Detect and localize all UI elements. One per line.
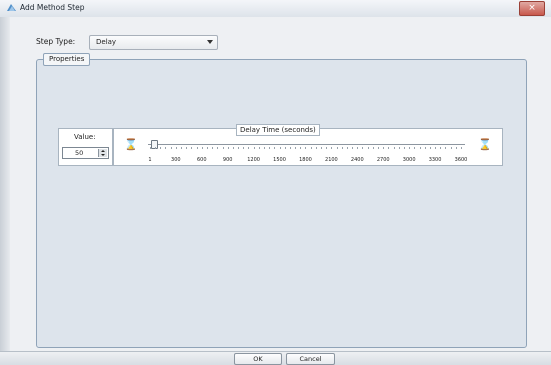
slider-tick-mark: [455, 147, 457, 149]
slider-tick-mark: [269, 147, 271, 149]
slider-tick-mark: [357, 147, 359, 149]
slider-tick-mark: [409, 147, 411, 149]
slider-tick-mark: [295, 147, 297, 149]
step-type-value: Delay: [96, 38, 117, 46]
slider-tick-label: 300: [171, 157, 181, 163]
slider-tick-mark: [419, 147, 421, 149]
slider-tick-mark: [450, 147, 452, 149]
slider-tick-mark: [461, 147, 462, 149]
slider-tick-mark: [429, 147, 431, 149]
slider-tick-mark: [414, 147, 416, 149]
slider-tick-mark: [243, 147, 245, 149]
slider-tick-mark: [284, 147, 286, 149]
slider-tick-mark: [155, 147, 157, 149]
slider-tick-mark: [445, 147, 447, 149]
dialog-window: Add Method Step × Step Type: Delay Prope…: [0, 0, 551, 365]
slider-tick-mark: [372, 147, 374, 149]
slider-tick-mark: [346, 147, 348, 149]
slider-tick-label: 1: [148, 157, 152, 163]
slider-tick-mark: [367, 147, 369, 149]
ok-button[interactable]: OK: [234, 353, 282, 365]
properties-panel: [36, 59, 527, 348]
slider-tick-mark: [248, 147, 250, 149]
hourglass-icon: ⌛: [478, 138, 492, 151]
slider-tick-mark: [279, 147, 281, 149]
slider-title: Delay Time (seconds): [236, 124, 320, 136]
value-spinner-text[interactable]: 50: [75, 149, 83, 157]
slider-tick-mark: [227, 147, 229, 149]
slider-tick-label: 2400: [350, 157, 364, 163]
slider-tick-mark: [398, 147, 400, 149]
slider-tick-mark: [150, 147, 151, 149]
slider-tick-mark: [181, 147, 183, 149]
value-spinner[interactable]: 50: [62, 147, 109, 159]
slider-tick-mark: [263, 147, 265, 149]
slider-tick-label: 2100: [325, 157, 338, 163]
window-left-edge: [0, 17, 10, 354]
spinner-buttons[interactable]: [98, 149, 107, 157]
slider-tick-mark: [331, 147, 333, 149]
slider-tick-mark: [253, 147, 255, 149]
chevron-down-icon: [207, 40, 213, 44]
slider-tick-mark: [222, 147, 224, 149]
app-icon: [7, 4, 16, 11]
slider-tick-mark: [196, 147, 198, 149]
value-label: Value:: [74, 133, 96, 141]
slider-tick-label: 1200: [247, 157, 260, 163]
cancel-button[interactable]: Cancel: [286, 353, 335, 365]
slider-tick-mark: [165, 147, 167, 149]
properties-legend: Properties: [43, 53, 91, 66]
close-button[interactable]: ×: [519, 1, 545, 16]
slider-tick-mark: [206, 147, 208, 149]
slider-tick-mark: [186, 147, 188, 149]
slider-tick-mark: [170, 147, 172, 149]
slider-tick-mark: [201, 147, 203, 149]
slider-tick-mark: [238, 147, 240, 149]
slider-tick-label: 3300: [428, 157, 442, 163]
slider-tick-mark: [403, 147, 405, 149]
slider-track[interactable]: [148, 144, 465, 145]
slider-tick-mark: [378, 147, 380, 149]
slider-tick-mark: [232, 147, 234, 149]
step-type-label: Step Type:: [36, 37, 76, 46]
slider-tick-mark: [212, 147, 214, 149]
spinner-up-icon[interactable]: [101, 150, 105, 152]
slider-tick-mark: [305, 147, 307, 149]
slider-tick-label: 3000: [402, 157, 416, 163]
slider-tick-mark: [300, 147, 302, 149]
hourglass-icon: ⌛: [124, 138, 138, 151]
slider-tick-mark: [352, 147, 354, 149]
slider-tick-mark: [435, 147, 437, 149]
slider-tick-label: 3600: [454, 157, 468, 163]
slider-tick-mark: [336, 147, 338, 149]
slider-tick-mark: [388, 147, 390, 149]
slider-tick-mark: [191, 147, 193, 149]
slider-tick-mark: [424, 147, 426, 149]
slider-tick-mark: [289, 147, 291, 149]
slider-tick-label: 900: [222, 157, 233, 163]
slider-tick-mark: [310, 147, 312, 149]
spinner-down-icon[interactable]: [101, 154, 105, 156]
title-bar[interactable]: Add Method Step ×: [0, 0, 551, 18]
slider-tick-mark: [315, 147, 317, 149]
slider-tick-label: 1800: [299, 157, 312, 163]
slider-tick-mark: [383, 147, 385, 149]
slider-tick-label: 2700: [376, 157, 390, 163]
window-title: Add Method Step: [20, 3, 85, 12]
step-type-select[interactable]: Delay: [89, 35, 218, 50]
slider-tick-mark: [362, 147, 364, 149]
slider-tick-mark: [274, 147, 276, 149]
slider-tick-mark: [393, 147, 395, 149]
slider-tick-mark: [440, 147, 442, 149]
slider-tick-mark: [175, 147, 177, 149]
slider-tick-mark: [341, 147, 343, 149]
slider-tick-mark: [326, 147, 328, 149]
slider-tick-label: 600: [196, 157, 207, 163]
slider-tick-mark: [160, 147, 162, 149]
slider-tick-mark: [217, 147, 219, 149]
slider-tick-label: 1500: [273, 157, 286, 163]
slider-tick-mark: [321, 147, 322, 149]
slider-tick-mark: [258, 147, 260, 149]
